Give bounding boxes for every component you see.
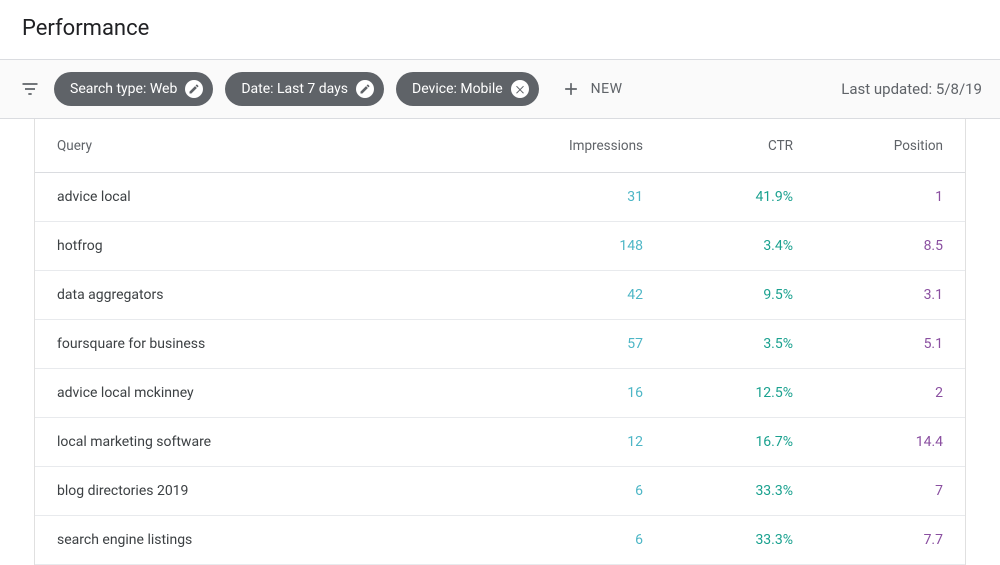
cell-position: 5.1 <box>793 336 943 352</box>
cell-impressions: 12 <box>493 434 643 450</box>
table-row[interactable]: data aggregators429.5%3.1 <box>35 271 965 320</box>
filter-icon[interactable] <box>18 77 42 101</box>
cell-ctr: 9.5% <box>643 287 793 303</box>
page-header: Performance <box>0 0 1000 59</box>
new-label: NEW <box>591 81 623 97</box>
cell-impressions: 42 <box>493 287 643 303</box>
edit-icon <box>185 80 203 98</box>
cell-position: 2 <box>793 385 943 401</box>
cell-position: 7 <box>793 483 943 499</box>
last-updated: Last updated: 5/8/19 <box>841 80 982 98</box>
cell-ctr: 33.3% <box>643 483 793 499</box>
cell-impressions: 6 <box>493 483 643 499</box>
cell-position: 8.5 <box>793 238 943 254</box>
cell-ctr: 33.3% <box>643 532 793 548</box>
cell-query: data aggregators <box>57 287 493 303</box>
chip-label: Device: Mobile <box>412 81 503 97</box>
filter-bar: Search type: Web Date: Last 7 days Devic… <box>0 59 1000 119</box>
table-row[interactable]: advice local3141.9%1 <box>35 173 965 222</box>
cell-ctr: 3.5% <box>643 336 793 352</box>
cell-query: local marketing software <box>57 434 493 450</box>
close-icon[interactable] <box>511 80 529 98</box>
cell-query: hotfrog <box>57 238 493 254</box>
new-filter-button[interactable]: NEW <box>561 79 623 99</box>
page-title: Performance <box>22 16 978 41</box>
chip-label: Search type: Web <box>70 81 177 97</box>
cell-position: 7.7 <box>793 532 943 548</box>
cell-position: 1 <box>793 189 943 205</box>
header-impressions[interactable]: Impressions <box>493 138 643 154</box>
table-row[interactable]: hotfrog1483.4%8.5 <box>35 222 965 271</box>
cell-impressions: 31 <box>493 189 643 205</box>
query-table: Query Impressions CTR Position advice lo… <box>34 119 966 565</box>
cell-ctr: 12.5% <box>643 385 793 401</box>
table-header-row: Query Impressions CTR Position <box>35 119 965 173</box>
cell-query: advice local mckinney <box>57 385 493 401</box>
header-position[interactable]: Position <box>793 138 943 154</box>
cell-position: 3.1 <box>793 287 943 303</box>
plus-icon <box>561 79 581 99</box>
cell-ctr: 41.9% <box>643 189 793 205</box>
cell-impressions: 6 <box>493 532 643 548</box>
filter-chip-device[interactable]: Device: Mobile <box>396 72 539 106</box>
chip-label: Date: Last 7 days <box>241 81 348 97</box>
header-query[interactable]: Query <box>57 138 493 154</box>
header-ctr[interactable]: CTR <box>643 138 793 154</box>
cell-position: 14.4 <box>793 434 943 450</box>
cell-query: blog directories 2019 <box>57 483 493 499</box>
cell-query: advice local <box>57 189 493 205</box>
cell-ctr: 16.7% <box>643 434 793 450</box>
cell-impressions: 57 <box>493 336 643 352</box>
cell-ctr: 3.4% <box>643 238 793 254</box>
cell-query: foursquare for business <box>57 336 493 352</box>
edit-icon <box>356 80 374 98</box>
cell-impressions: 148 <box>493 238 643 254</box>
filter-chip-date[interactable]: Date: Last 7 days <box>225 72 384 106</box>
cell-query: search engine listings <box>57 532 493 548</box>
cell-impressions: 16 <box>493 385 643 401</box>
table-row[interactable]: search engine listings633.3%7.7 <box>35 516 965 565</box>
filter-chip-search-type[interactable]: Search type: Web <box>54 72 213 106</box>
table-row[interactable]: advice local mckinney1612.5%2 <box>35 369 965 418</box>
table-row[interactable]: blog directories 2019633.3%7 <box>35 467 965 516</box>
table-row[interactable]: foursquare for business573.5%5.1 <box>35 320 965 369</box>
table-row[interactable]: local marketing software1216.7%14.4 <box>35 418 965 467</box>
